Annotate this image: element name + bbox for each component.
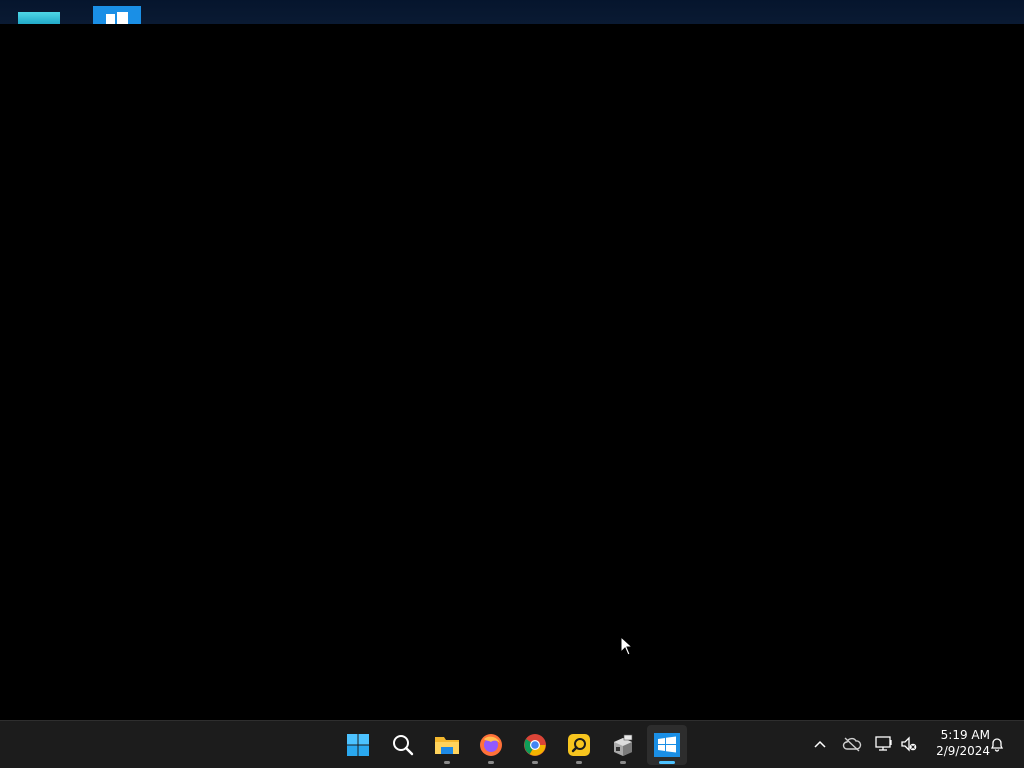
folder-icon	[435, 737, 459, 754]
firefox-button[interactable]	[471, 725, 511, 765]
volume-muted-icon	[901, 736, 917, 752]
partial-windows-logo-icon[interactable]	[93, 6, 141, 24]
desktop: 5:19 AM 2/9/2024	[0, 0, 1024, 768]
running-indicator	[488, 761, 494, 764]
start-button[interactable]	[338, 725, 378, 765]
chrome-button[interactable]	[515, 725, 555, 765]
chevron-up-icon	[814, 740, 826, 748]
lens-app-button[interactable]	[559, 725, 599, 765]
clock[interactable]: 5:19 AM 2/9/2024	[924, 727, 990, 759]
volume-button[interactable]	[897, 732, 921, 756]
installer-box-icon	[614, 734, 633, 756]
running-indicator	[444, 761, 450, 764]
file-explorer-button[interactable]	[427, 725, 467, 765]
installer-button[interactable]	[603, 725, 643, 765]
windows-start-icon	[347, 734, 369, 756]
active-indicator	[659, 761, 675, 764]
clock-time: 5:19 AM	[940, 728, 990, 742]
running-indicator	[620, 761, 626, 764]
mouse-cursor-icon	[620, 636, 634, 656]
firefox-icon	[480, 734, 502, 756]
search-button[interactable]	[383, 725, 423, 765]
windows-setup-button[interactable]	[647, 725, 687, 765]
top-window-strip	[0, 0, 1024, 24]
search-icon	[393, 735, 414, 756]
onedrive-button[interactable]	[840, 732, 864, 756]
show-hidden-icons-button[interactable]	[808, 732, 832, 756]
running-indicator	[532, 761, 538, 764]
magnifier-app-icon	[568, 734, 590, 756]
windows-logo-icon	[654, 733, 680, 757]
clock-date: 2/9/2024	[936, 744, 990, 758]
chrome-icon	[524, 734, 546, 756]
cloud-offline-icon	[842, 737, 862, 752]
notifications-button[interactable]	[985, 732, 1009, 756]
notification-bell-icon	[990, 738, 1004, 752]
partial-app-icon[interactable]	[18, 12, 60, 24]
running-indicator	[576, 761, 582, 764]
taskbar	[0, 720, 1024, 768]
network-icon	[875, 736, 892, 751]
network-button[interactable]	[872, 732, 896, 756]
